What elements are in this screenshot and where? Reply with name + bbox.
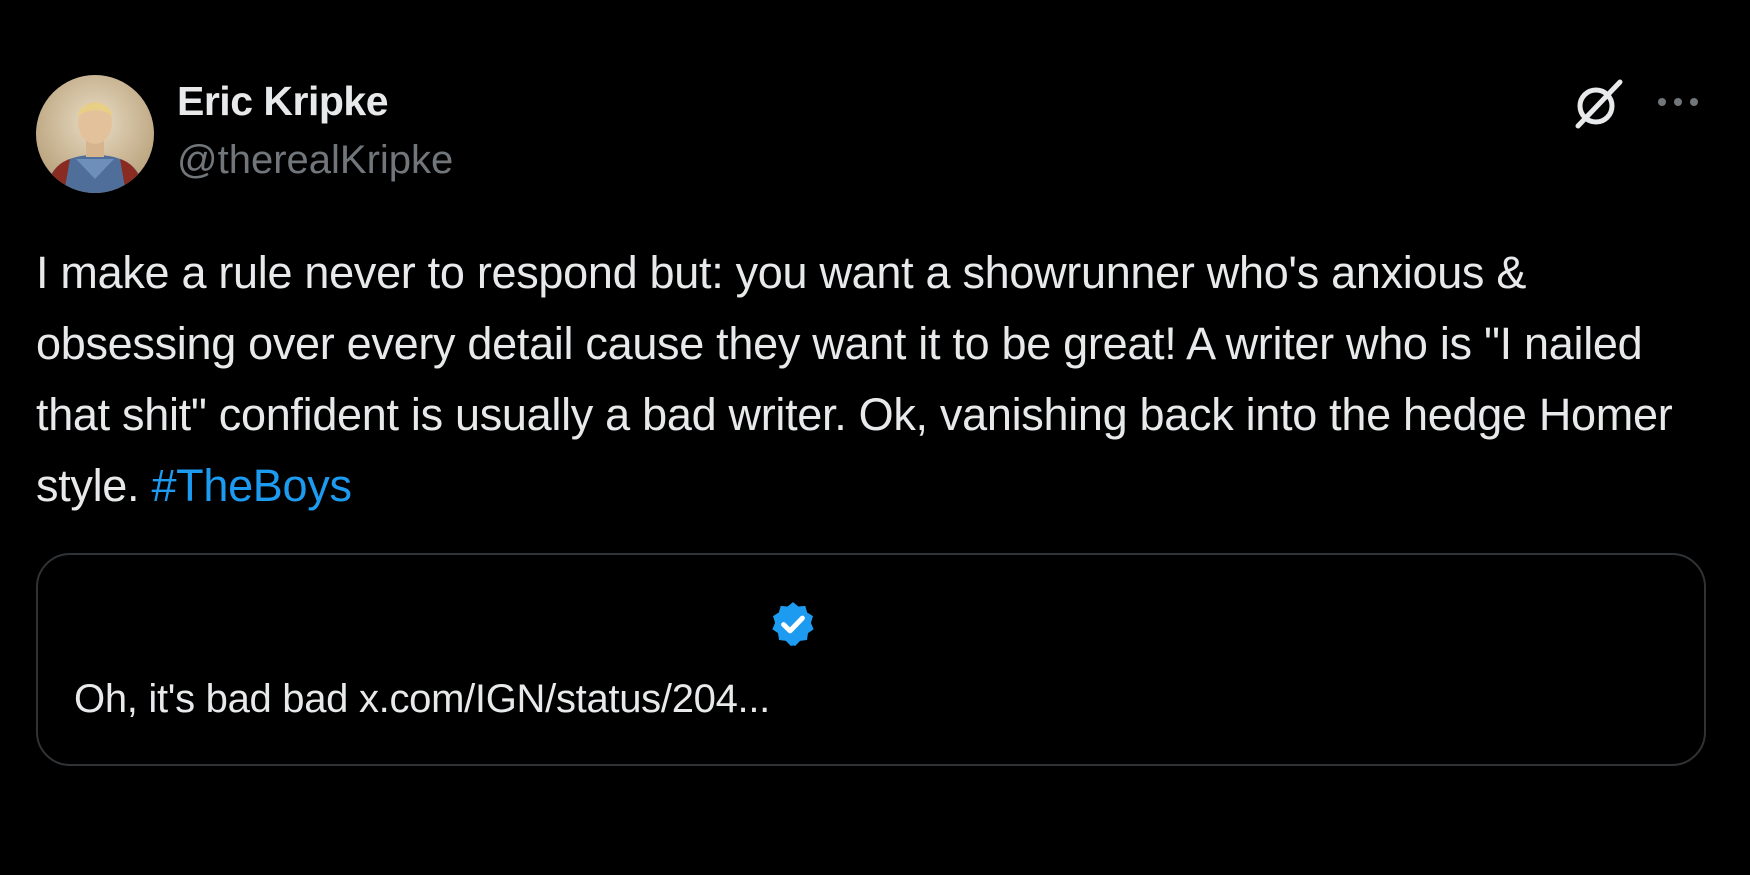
- avatar-image: [36, 75, 154, 193]
- verified-badge-icon: [768, 599, 818, 649]
- grok-icon[interactable]: [1570, 76, 1626, 132]
- author-handle[interactable]: @therealKripke: [177, 138, 453, 183]
- quoted-tweet-text: Oh, it's bad bad x.com/IGN/status/204...: [74, 677, 770, 721]
- author-display-name[interactable]: Eric Kripke: [177, 78, 389, 125]
- avatar[interactable]: [36, 75, 154, 193]
- quoted-tweet-card[interactable]: Oh, it's bad bad x.com/IGN/status/204...: [36, 553, 1706, 766]
- tweet: Eric Kripke @therealKripke I make a rule…: [0, 0, 1750, 875]
- hashtag-link[interactable]: #TheBoys: [151, 460, 352, 511]
- more-options-icon[interactable]: [1652, 82, 1704, 122]
- tweet-text: I make a rule never to respond but: you …: [36, 237, 1716, 521]
